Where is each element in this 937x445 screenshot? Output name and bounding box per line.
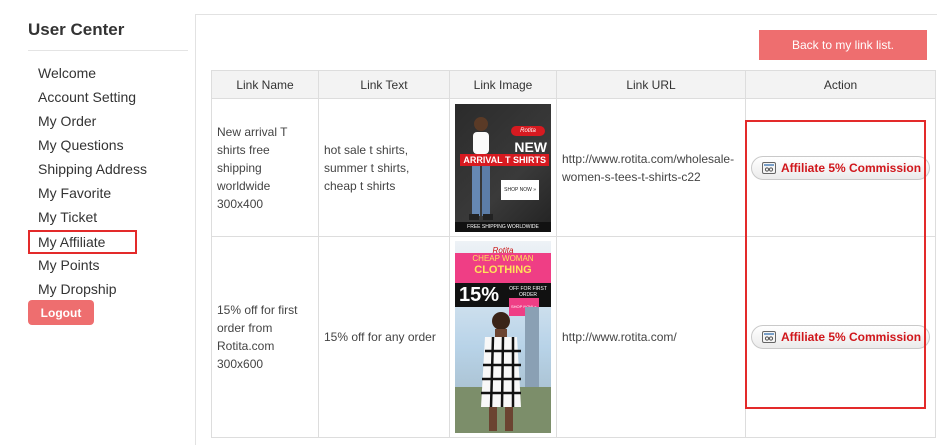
affiliate-link-icon [762, 331, 776, 343]
link-url-cell: http://www.rotita.com/ [556, 236, 746, 438]
link-image-cell: Rotita NEW ARRIVAL T SHIRTS SHOP NOW » F… [449, 98, 557, 237]
banner-discount-band: 15% OFF FOR FIRST ORDER SHOP NOW » [455, 283, 551, 316]
table-header-row: Link Name Link Text Link Image Link URL … [211, 70, 937, 99]
link-text-cell: hot sale t shirts, summer t shirts, chea… [318, 98, 450, 237]
action-cell: Affiliate 5% Commission [744, 236, 937, 438]
banner-footer: FREE SHIPPING WORLDWIDE [455, 221, 551, 232]
logout-button[interactable]: Logout [28, 300, 94, 325]
tshirt-banner-image: Rotita NEW ARRIVAL T SHIRTS SHOP NOW » F… [455, 103, 551, 232]
discount-banner-image: Rotita CHEAP WOMAN CLOTHING 15% OFF FOR … [455, 241, 551, 433]
sidebar-menu: Welcome Account Setting My Order My Ques… [28, 62, 147, 302]
banner-subheadline: CLOTHING [474, 264, 532, 276]
link-name-cell: 15% off for first order from Rotita.com … [211, 236, 319, 438]
banner-percent: 15% [459, 284, 500, 306]
link-image-cell: Rotita CHEAP WOMAN CLOTHING 15% OFF FOR … [449, 236, 557, 438]
affiliate-link-icon [762, 161, 776, 174]
model-figure-illustration [455, 307, 551, 433]
banner-headline: CHEAP WOMAN [472, 254, 534, 263]
action-cell: Affiliate 5% Commission [744, 98, 937, 237]
column-header-link-text: Link Text [318, 70, 450, 99]
rotita-logo: Rotita [511, 125, 545, 136]
sidebar-item-my-ticket[interactable]: My Ticket [28, 206, 147, 230]
sidebar-item-my-points[interactable]: My Points [28, 254, 147, 278]
link-name-cell: New arrival T shirts free shipping world… [211, 98, 319, 237]
table-row: New arrival T shirts free shipping world… [211, 98, 937, 237]
column-header-link-name: Link Name [211, 70, 319, 99]
affiliate-commission-label: Affiliate 5% Commission [781, 160, 922, 175]
affiliate-commission-button[interactable]: Affiliate 5% Commission [751, 325, 931, 349]
model-figure-illustration [469, 116, 493, 220]
sidebar-item-my-affiliate[interactable]: My Affiliate [28, 230, 137, 254]
sidebar-title: User Center [28, 20, 125, 39]
affiliate-commission-button[interactable]: Affiliate 5% Commission [751, 155, 931, 180]
sidebar-item-shipping-address[interactable]: Shipping Address [28, 158, 147, 182]
sidebar-item-my-order[interactable]: My Order [28, 110, 147, 134]
affiliate-links-table: Link Name Link Text Link Image Link URL … [211, 70, 937, 438]
link-text-cell: 15% off for any order [318, 236, 450, 438]
banner-subheadline: ARRIVAL T SHIRTS [460, 153, 549, 166]
column-header-link-image: Link Image [449, 70, 557, 99]
sidebar-item-my-dropship[interactable]: My Dropship [28, 278, 147, 302]
affiliate-commission-label: Affiliate 5% Commission [781, 330, 922, 344]
sidebar-item-welcome[interactable]: Welcome [28, 62, 147, 86]
banner-cta: SHOP NOW » [501, 179, 539, 200]
link-url-cell: http://www.rotita.com/wholesale-women-s-… [556, 98, 746, 237]
banner-pink-band: CHEAP WOMAN CLOTHING [455, 253, 551, 283]
column-header-link-url: Link URL [556, 70, 746, 99]
sidebar-item-my-questions[interactable]: My Questions [28, 134, 147, 158]
column-header-action: Action [744, 70, 937, 99]
banner-offer-text: OFF FOR FIRST ORDER [509, 286, 547, 298]
table-row: 15% off for first order from Rotita.com … [211, 236, 937, 438]
sidebar-divider [28, 50, 188, 51]
back-to-link-list-button[interactable]: Back to my link list. [759, 30, 927, 60]
sidebar-item-account-setting[interactable]: Account Setting [28, 86, 147, 110]
sidebar-item-my-favorite[interactable]: My Favorite [28, 182, 147, 206]
